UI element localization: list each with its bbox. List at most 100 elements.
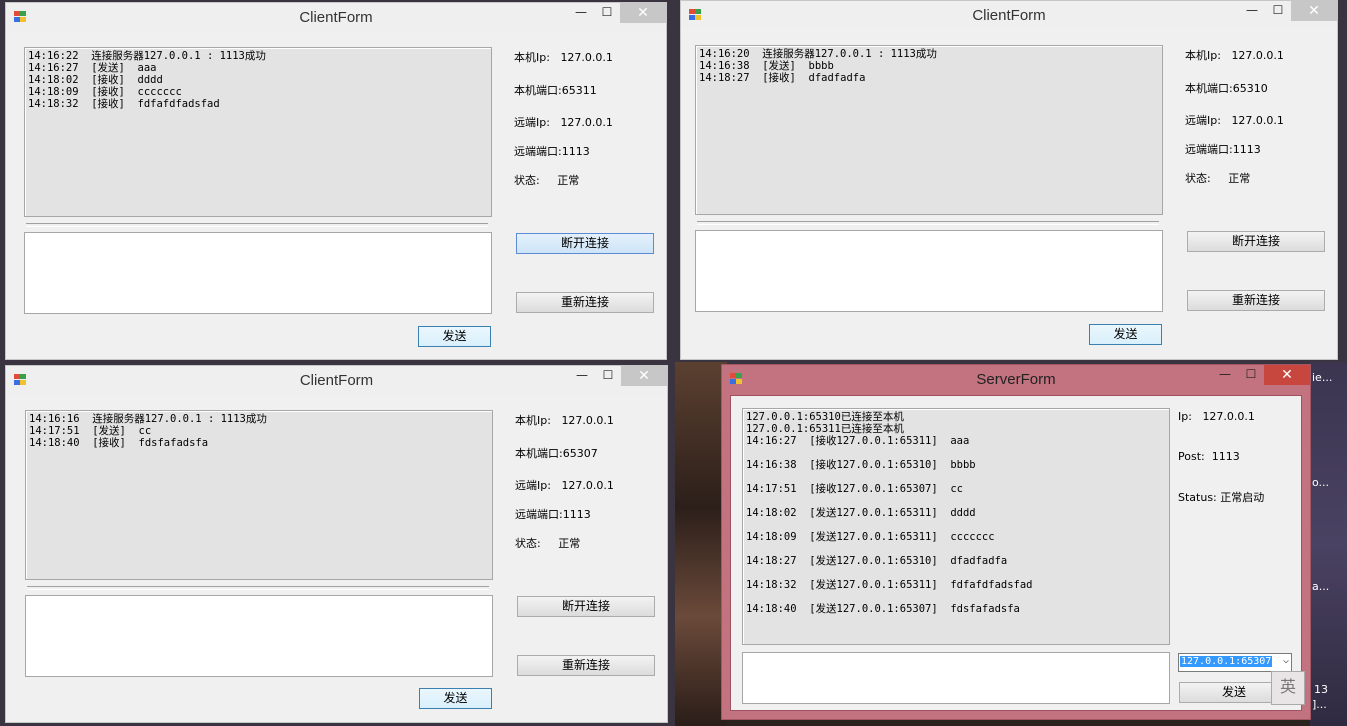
minimize-button[interactable]: —: [568, 5, 594, 23]
send-button[interactable]: 发送: [418, 326, 491, 347]
reconnect-button[interactable]: 重新连接: [517, 655, 655, 676]
close-button[interactable]: ✕: [620, 3, 666, 23]
close-button[interactable]: ✕: [1264, 365, 1310, 385]
desktop-wallpaper-right: [1310, 362, 1347, 726]
remote-ip-value: 127.0.0.1: [560, 116, 613, 129]
maximize-button[interactable]: ☐: [1265, 3, 1291, 21]
chevron-down-icon[interactable]: ⌵: [1283, 655, 1289, 666]
status-value: 正常: [557, 174, 580, 187]
client-area: 14:16:16 连接服务器127.0.0.1 : 1113成功 14:17:5…: [6, 394, 667, 722]
minimize-button[interactable]: —: [569, 368, 595, 386]
desktop-icon-label[interactable]: a...: [1312, 581, 1329, 592]
status-label: 状态: 正常: [515, 537, 581, 550]
window-title: ClientForm: [299, 9, 373, 26]
separator-line: [26, 223, 488, 227]
remote-ip-value: 127.0.0.1: [561, 479, 614, 492]
remote-ip-label: 远端Ip: 127.0.0.1: [1185, 114, 1284, 127]
remote-ip-value: 127.0.0.1: [1231, 114, 1284, 127]
disconnect-button[interactable]: 断开连接: [1187, 231, 1325, 252]
remote-ip-label: 远端Ip: 127.0.0.1: [515, 479, 614, 492]
disconnect-button[interactable]: 断开连接: [516, 233, 654, 254]
disconnect-button[interactable]: 断开连接: [517, 596, 655, 617]
remote-port-label: 远端端口:1113: [514, 145, 590, 158]
local-port-label: 本机端口:65307: [515, 447, 598, 460]
message-log[interactable]: 14:16:22 连接服务器127.0.0.1 : 1113成功 14:16:2…: [24, 47, 492, 217]
message-input[interactable]: [24, 232, 492, 314]
message-input[interactable]: [742, 652, 1170, 704]
message-input[interactable]: [25, 595, 493, 677]
log-line: 14:18:02 [发送127.0.0.1:65311] dddd: [746, 507, 976, 519]
status-label: 状态: 正常: [514, 174, 580, 187]
separator-line: [697, 221, 1159, 225]
client-window-3[interactable]: ClientForm — ☐ ✕ 14:16:16 连接服务器127.0.0.1…: [5, 365, 668, 723]
remote-port-label: 远端端口:1113: [515, 508, 591, 521]
local-port-value: 65311: [561, 84, 597, 97]
port-label: Post: 1113: [1178, 450, 1240, 463]
client-select[interactable]: 127.0.0.1:65307 ⌵: [1178, 653, 1292, 672]
title-bar[interactable]: ClientForm — ☐ ✕: [6, 366, 667, 394]
log-line: 14:16:38 [接收127.0.0.1:65310] bbbb: [746, 459, 976, 471]
title-bar[interactable]: ServerForm — ☐ ✕: [722, 365, 1310, 393]
log-line: 14:18:32 [接收] fdfafdfadsfad: [28, 98, 220, 110]
minimize-button[interactable]: —: [1212, 367, 1238, 385]
maximize-button[interactable]: ☐: [595, 368, 621, 386]
message-log[interactable]: 127.0.0.1:65310已连接至本机 127.0.0.1:65311已连接…: [742, 408, 1170, 645]
window-title: ClientForm: [299, 372, 374, 389]
local-port-label: 本机端口:65310: [1185, 82, 1268, 95]
close-button[interactable]: ✕: [1291, 1, 1337, 21]
status-value: 正常: [1228, 172, 1251, 185]
log-line: 14:18:27 [发送127.0.0.1:65310] dfadfadfa: [746, 555, 1008, 567]
log-line: 14:16:27 [发送] aaa: [28, 62, 157, 74]
message-log[interactable]: 14:16:20 连接服务器127.0.0.1 : 1113成功 14:16:3…: [695, 45, 1163, 215]
client-select-value: 127.0.0.1:65307: [1180, 656, 1273, 667]
log-line: 14:18:09 [接收] ccccccc: [28, 86, 182, 98]
remote-port-label: 远端端口:1113: [1185, 143, 1261, 156]
log-line: 14:18:02 [接收] dddd: [28, 74, 163, 86]
remote-ip-label: 远端Ip: 127.0.0.1: [514, 116, 613, 129]
client-window-1[interactable]: ClientForm — ☐ ✕ 14:16:22 连接服务器127.0.0.1…: [5, 2, 667, 360]
desktop-icon-label[interactable]: o...: [1312, 477, 1329, 488]
reconnect-button[interactable]: 重新连接: [1187, 290, 1325, 311]
desktop-icon-label[interactable]: ]...: [1312, 699, 1327, 710]
log-line: 14:18:09 [发送127.0.0.1:65311] ccccccc: [746, 531, 995, 543]
log-line: 14:18:32 [发送127.0.0.1:65311] fdfafdfadsf…: [746, 579, 1033, 591]
local-ip-value: 127.0.0.1: [561, 414, 614, 427]
message-log[interactable]: 14:16:16 连接服务器127.0.0.1 : 1113成功 14:17:5…: [25, 410, 493, 580]
desktop-wallpaper-left: [675, 362, 727, 726]
log-line: 14:18:40 [接收] fdsfafadsfa: [29, 437, 209, 449]
message-input[interactable]: [695, 230, 1163, 312]
local-ip-label: 本机Ip: 127.0.0.1: [515, 414, 614, 427]
title-bar[interactable]: ClientForm — ☐ ✕: [6, 3, 666, 31]
client-area: 14:16:20 连接服务器127.0.0.1 : 1113成功 14:16:3…: [681, 29, 1337, 359]
log-line: 14:17:51 [接收127.0.0.1:65307] cc: [746, 483, 963, 495]
send-button[interactable]: 发送: [1089, 324, 1162, 345]
close-button[interactable]: ✕: [621, 366, 667, 386]
title-bar[interactable]: ClientForm — ☐ ✕: [681, 1, 1337, 29]
maximize-button[interactable]: ☐: [1238, 367, 1264, 385]
local-ip-value: 127.0.0.1: [560, 51, 613, 64]
server-status-value: 正常启动: [1220, 491, 1265, 504]
local-ip-value: 127.0.0.1: [1231, 49, 1284, 62]
status-value: 正常: [558, 537, 581, 550]
desktop-icon-label[interactable]: 13: [1314, 684, 1328, 695]
reconnect-button[interactable]: 重新连接: [516, 292, 654, 313]
log-line: 127.0.0.1:65310已连接至本机: [746, 411, 904, 423]
server-window[interactable]: ServerForm — ☐ ✕ 127.0.0.1:65310已连接至本机 1…: [721, 364, 1311, 720]
log-line: 14:16:16 连接服务器127.0.0.1 : 1113成功: [29, 413, 267, 425]
log-line: 14:18:40 [发送127.0.0.1:65307] fdsfafadsfa: [746, 603, 1020, 615]
desktop-icon-label[interactable]: ie...: [1312, 372, 1332, 383]
client-window-2[interactable]: ClientForm — ☐ ✕ 14:16:20 连接服务器127.0.0.1…: [680, 0, 1338, 360]
remote-port-value: 1113: [561, 145, 590, 158]
minimize-button[interactable]: —: [1239, 3, 1265, 21]
send-button[interactable]: 发送: [419, 688, 492, 709]
local-port-value: 65307: [562, 447, 598, 460]
local-ip-label: 本机Ip: 127.0.0.1: [514, 51, 613, 64]
local-port-value: 65310: [1232, 82, 1268, 95]
ime-indicator[interactable]: 英: [1271, 671, 1305, 705]
log-line: 14:16:27 [接收127.0.0.1:65311] aaa: [746, 435, 970, 447]
client-area: 14:16:22 连接服务器127.0.0.1 : 1113成功 14:16:2…: [6, 31, 666, 359]
maximize-button[interactable]: ☐: [594, 5, 620, 23]
separator-line: [27, 586, 489, 590]
log-line: 14:16:22 连接服务器127.0.0.1 : 1113成功: [28, 50, 266, 62]
port-value: 1113: [1211, 450, 1240, 463]
